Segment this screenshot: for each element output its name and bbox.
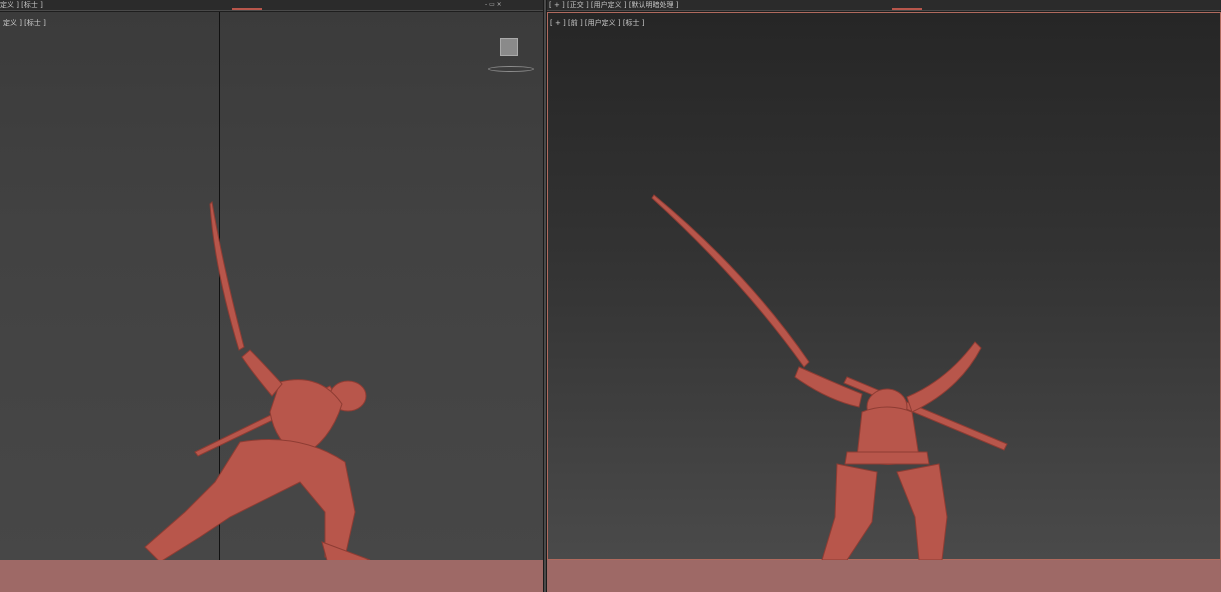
timeline-marker-right[interactable] xyxy=(892,0,922,10)
legs xyxy=(144,439,356,560)
leg-left xyxy=(821,463,878,560)
ninja-model-front[interactable] xyxy=(547,12,1221,560)
window-controls[interactable]: - ▭ × xyxy=(485,1,502,9)
ninja-model-side[interactable] xyxy=(0,12,543,560)
right-viewport[interactable]: [ + ] [前 ] [用户定义 ] [标士 ] xyxy=(547,12,1221,560)
ground-plane-left xyxy=(0,560,543,592)
viewport-divider-line xyxy=(544,0,546,592)
right-titlebar-text[interactable]: [ + ] [正交 ] [用户定义 ] [默认明暗处理 ] xyxy=(549,0,679,10)
leg-right xyxy=(896,463,948,560)
arm-left xyxy=(794,366,863,408)
left-titlebar-text[interactable]: 定义 ] [标士 ] xyxy=(0,0,43,10)
left-viewport[interactable]: 定义 ] [标士 ] xyxy=(0,12,543,560)
left-viewport-titlebar: 定义 ] [标士 ] - ▭ × xyxy=(0,0,543,11)
arm-raised xyxy=(241,349,283,397)
belt xyxy=(844,451,930,465)
right-viewport-titlebar: [ + ] [正交 ] [用户定义 ] [默认明暗处理 ] xyxy=(547,0,1221,11)
arm-right xyxy=(906,341,982,413)
timeline-marker[interactable] xyxy=(232,0,262,10)
sword-blade xyxy=(209,200,245,351)
ground-plane-right xyxy=(547,560,1221,592)
sword-blade-front xyxy=(651,194,810,368)
